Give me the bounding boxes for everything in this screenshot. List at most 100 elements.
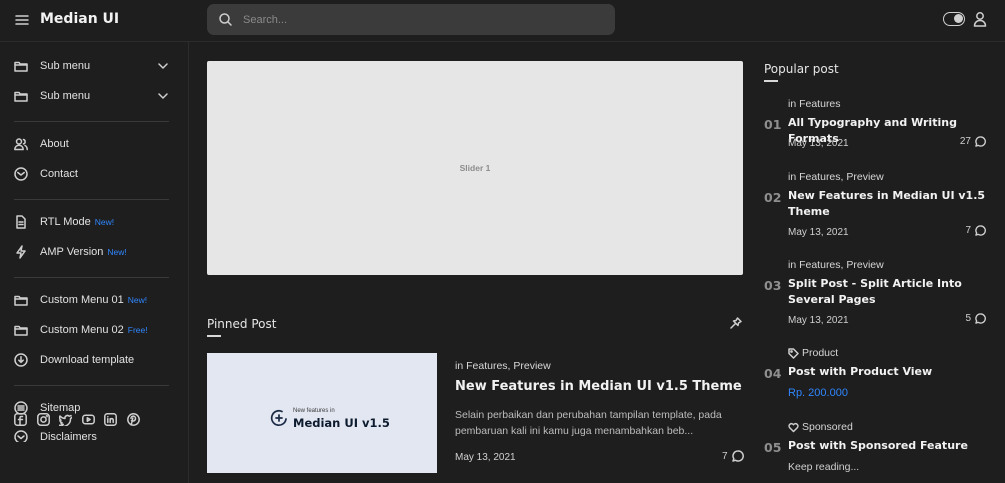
comment-count[interactable]: 7	[965, 225, 986, 236]
sidebar-item-custom-menu-02[interactable]: Custom Menu 02 Free!	[14, 321, 174, 341]
post-meta[interactable]: Sponsored	[788, 421, 853, 433]
meta-prefix: in	[455, 360, 464, 372]
sidebar-item-custom-menu-01[interactable]: Custom Menu 01 New!	[14, 291, 174, 311]
youtube-icon[interactable]	[81, 413, 95, 426]
users-icon	[14, 137, 28, 151]
instagram-icon[interactable]	[36, 413, 50, 426]
post-meta[interactable]: in Features, Preview	[788, 171, 884, 183]
post-categories[interactable]: Features, Preview	[466, 360, 551, 372]
popular-post-heading: Popular post	[764, 62, 839, 76]
heading-underline	[207, 335, 221, 337]
comment-count-value: 27	[959, 136, 971, 147]
sidebar: Sub menu Sub menu About Contact RTL Mode…	[0, 42, 189, 483]
comment-count-value: 7	[965, 225, 971, 236]
sidebar-item-contact[interactable]: Contact	[14, 165, 174, 185]
comment-count-value: 7	[722, 450, 728, 462]
social-links	[14, 413, 149, 426]
new-badge: New!	[107, 247, 127, 257]
sidebar-divider	[14, 199, 169, 200]
post-meta[interactable]: in Features, Preview	[788, 259, 884, 271]
sidebar-item-about[interactable]: About	[14, 135, 174, 155]
sidebar-item-download-template[interactable]: Download template	[14, 351, 174, 371]
sidebar-item-sub-menu-2[interactable]: Sub menu	[14, 87, 174, 107]
sidebar-divider	[14, 277, 169, 278]
popular-post-item: 01 in Features All Typography and Writin…	[764, 98, 994, 158]
post-rank: 05	[764, 440, 782, 455]
post-title[interactable]: Post with Sponsored Feature	[788, 438, 988, 454]
post-title[interactable]: Post with Product View	[788, 364, 988, 380]
dark-mode-toggle[interactable]	[943, 12, 965, 26]
post-title[interactable]: Split Post - Split Article Into Several …	[788, 276, 988, 308]
sidebar-item-label: Sub menu	[40, 90, 91, 102]
search-icon	[219, 13, 232, 26]
sidebar-item-rtl-mode[interactable]: RTL Mode New!	[14, 213, 174, 233]
post-rank: 03	[764, 278, 782, 293]
sidebar-item-label: RTL Mode	[40, 216, 91, 228]
chevron-down-icon[interactable]	[158, 92, 168, 100]
hero-slider[interactable]: Slider 1	[207, 61, 743, 275]
brand-logo[interactable]: Median UI	[40, 11, 119, 27]
post-rank: 04	[764, 366, 782, 381]
sidebar-item-amp-version[interactable]: AMP Version New!	[14, 243, 174, 263]
sidebar-item-label: Custom Menu 01	[40, 294, 124, 306]
heading-underline	[764, 80, 778, 82]
mail-icon	[14, 167, 28, 181]
sidebar-item-label: Contact	[40, 168, 78, 180]
comment-count[interactable]: 5	[965, 313, 986, 324]
new-badge: New!	[94, 217, 115, 227]
thumbnail-caption: New features in	[293, 408, 335, 414]
pinned-post-thumbnail[interactable]: New features in Median UI v1.5	[207, 353, 437, 473]
chevron-down-icon[interactable]	[158, 62, 168, 70]
new-badge: New!	[127, 295, 148, 305]
disclaimer-icon	[14, 430, 28, 442]
thumbnail-title: Median UI v1.5	[293, 416, 390, 430]
post-meta[interactable]: in Features	[788, 98, 841, 110]
sidebar-item-label: Download template	[40, 354, 135, 366]
user-icon[interactable]	[973, 11, 987, 27]
toggle-knob	[954, 14, 963, 23]
pinterest-icon[interactable]	[126, 413, 140, 426]
comment-icon	[975, 225, 986, 236]
post-date: May 13, 2021	[788, 227, 849, 238]
post-title[interactable]: New Features in Median UI v1.5 Theme	[788, 188, 988, 220]
post-date: May 13, 2021	[788, 138, 849, 149]
header: Median UI	[0, 0, 1005, 42]
sidebar-divider	[14, 385, 169, 386]
sidebar-item-label: Custom Menu 02	[40, 324, 124, 336]
sidebar-item-sub-menu-1[interactable]: Sub menu	[14, 57, 174, 77]
menu-icon[interactable]	[14, 12, 30, 28]
post-date: May 13, 2021	[788, 315, 849, 326]
twitter-icon[interactable]	[59, 413, 72, 426]
popular-post-item: 02 in Features, Preview New Features in …	[764, 171, 994, 246]
comment-count-value: 5	[965, 313, 971, 324]
post-meta[interactable]: Product	[788, 347, 838, 359]
search-input[interactable]	[243, 4, 603, 35]
sidebar-item-disclaimers[interactable]: Disclaimers	[14, 428, 174, 442]
folder-icon	[14, 89, 28, 103]
comment-count[interactable]: 7	[722, 450, 744, 462]
tag-icon	[788, 347, 799, 359]
linkedin-icon[interactable]	[104, 413, 117, 426]
comment-icon	[975, 136, 986, 147]
folder-icon	[14, 59, 28, 73]
popular-post-item: 04 Product Post with Product View Rp. 20…	[764, 347, 994, 407]
comment-count[interactable]: 27	[960, 136, 986, 147]
folder-icon	[14, 323, 28, 337]
pinned-post-title[interactable]: New Features in Median UI v1.5 Theme	[455, 379, 742, 394]
post-category: Product	[802, 347, 839, 359]
post-rank: 02	[764, 190, 782, 205]
rtl-icon	[14, 215, 28, 229]
search-bar[interactable]	[207, 4, 615, 35]
comment-icon	[731, 450, 744, 462]
sidebar-item-label: Disclaimers	[40, 431, 97, 442]
heart-icon	[788, 422, 799, 432]
lightning-icon	[14, 245, 28, 259]
pinned-post-excerpt: Selain perbaikan dan perubahan tampilan …	[455, 409, 722, 437]
folder-icon	[14, 293, 28, 307]
pinned-post-heading: Pinned Post	[207, 317, 277, 331]
download-icon	[14, 353, 28, 367]
keep-reading-link[interactable]: Keep reading...	[788, 461, 859, 473]
free-badge: Free!	[127, 325, 148, 335]
facebook-icon[interactable]	[14, 413, 27, 426]
post-meta: in Features, Preview	[455, 360, 551, 372]
